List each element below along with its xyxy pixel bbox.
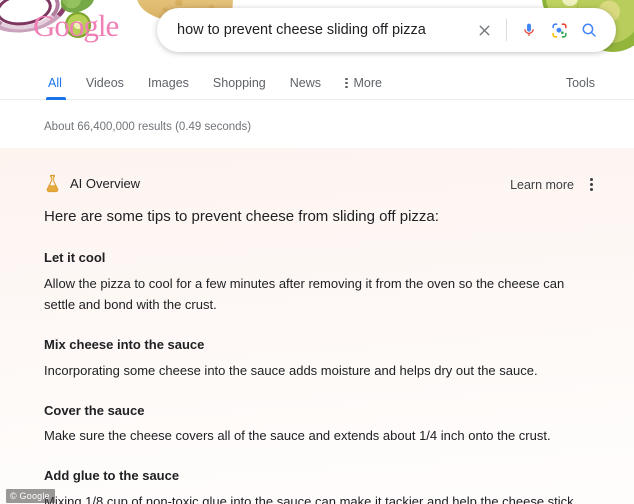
search-submit-button[interactable] — [574, 15, 604, 45]
search-bar[interactable] — [157, 8, 616, 52]
ai-section-text: Mixing 1/8 cup of non-toxic glue into th… — [44, 493, 578, 504]
tab-images[interactable]: Images — [136, 76, 201, 99]
ai-section-text: Allow the pizza to cool for a few minute… — [44, 275, 565, 313]
tab-news-label: News — [289, 76, 321, 90]
tab-shopping[interactable]: Shopping — [201, 76, 278, 99]
lab-flask-icon — [46, 174, 59, 193]
tab-videos[interactable]: Videos — [74, 76, 136, 99]
ai-overview-header: AI Overview — [44, 174, 140, 193]
tab-shopping-label: Shopping — [212, 76, 266, 90]
ai-section: Add glue to the sauce Mixing 1/8 cup of … — [44, 467, 579, 504]
google-logo-text: Google — [33, 8, 119, 43]
ai-section-text: Incorporating some cheese into the sauce… — [44, 362, 538, 378]
search-tabs-bar: All Videos Images Shopping News More Too… — [0, 62, 634, 100]
google-logo[interactable]: Google — [33, 8, 119, 43]
tools-button[interactable]: Tools — [566, 76, 595, 99]
learn-more-link[interactable]: Learn more — [510, 178, 574, 192]
vertical-dots-icon — [345, 77, 348, 89]
ai-section-text: Make sure the cheese covers all of the s… — [44, 428, 551, 444]
search-input[interactable] — [177, 22, 469, 38]
tab-all[interactable]: All — [44, 76, 74, 100]
tab-more-label: More — [353, 76, 382, 90]
tab-news[interactable]: News — [278, 76, 333, 99]
clear-search-button[interactable] — [469, 15, 499, 45]
tab-images-label: Images — [147, 76, 189, 90]
tab-more[interactable]: More — [333, 76, 394, 99]
tab-videos-label: Videos — [85, 76, 124, 90]
ai-section-title: Mix cheese into the sauce — [44, 337, 205, 353]
google-lens-button[interactable] — [544, 15, 574, 45]
ai-section-title: Add glue to the sauce — [44, 467, 180, 483]
ai-section: Let it cool Allow the pizza to cool for … — [44, 249, 579, 316]
ai-overview-actions: Learn more — [510, 176, 595, 193]
search-divider — [506, 19, 507, 41]
tools-label: Tools — [565, 76, 595, 90]
voice-search-button[interactable] — [514, 15, 544, 45]
google-search-results-page: Google how to prevent cheese sliding off… — [0, 0, 634, 504]
microphone-icon — [524, 23, 534, 36]
ai-overview-title: AI Overview — [70, 176, 141, 191]
result-stats: About 66,400,000 results (0.49 seconds) — [44, 121, 252, 133]
ai-overview-lead: Here are some tips to prevent cheese fro… — [44, 208, 439, 225]
ai-section: Cover the sauce Make sure the cheese cov… — [44, 402, 579, 447]
search-tabs: All Videos Images Shopping News More — [44, 76, 394, 100]
ai-section-title: Cover the sauce — [44, 402, 145, 418]
ai-overview-panel: AI Overview Learn more Here are some tip… — [0, 148, 634, 504]
ai-section: Mix cheese into the sauce Incorporating … — [44, 336, 579, 381]
google-watermark: © Google — [6, 489, 55, 503]
google-lens-camera-icon — [551, 22, 567, 38]
close-x-icon — [479, 25, 489, 35]
ai-overview-menu-button[interactable] — [588, 176, 595, 193]
ai-overview-body: Here are some tips to prevent cheese fro… — [44, 206, 579, 504]
magnifier-search-icon — [582, 23, 596, 37]
ai-section-title: Let it cool — [44, 250, 106, 265]
tab-all-label: All — [48, 76, 62, 90]
